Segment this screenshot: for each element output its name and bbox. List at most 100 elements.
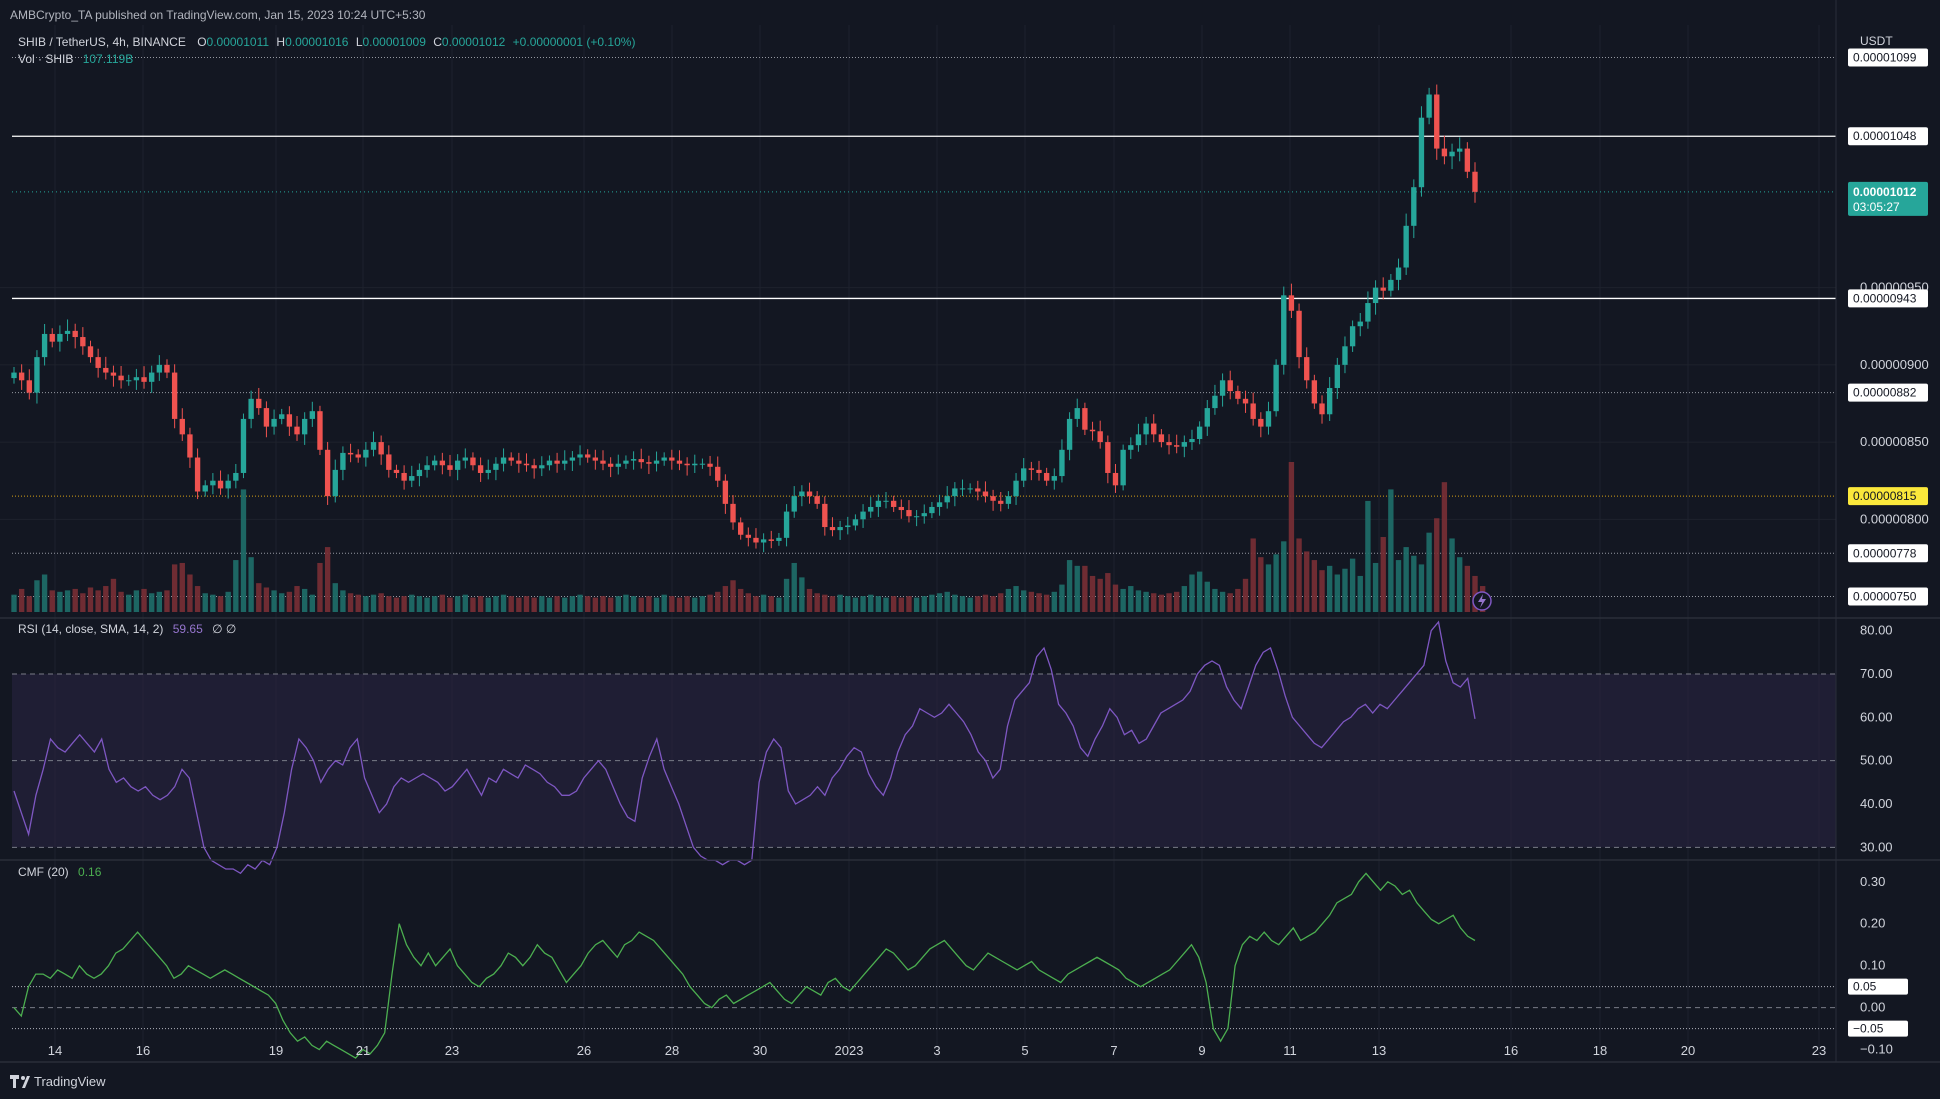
volume-bar <box>1403 547 1409 612</box>
volume-bar <box>1174 591 1180 612</box>
candle-body <box>1105 442 1111 473</box>
volume-bar <box>332 583 338 612</box>
candle-body <box>401 472 407 481</box>
volume-bar <box>753 596 759 612</box>
volume-bar <box>470 597 476 612</box>
volume-bar <box>760 594 767 612</box>
volume-bar <box>569 596 576 612</box>
candle-body <box>1059 449 1065 477</box>
volume-bar <box>301 588 308 612</box>
volume-value: 107.119B <box>83 52 134 66</box>
volume-bar <box>447 597 453 612</box>
volume-bar <box>1189 574 1195 612</box>
high-value: 0.00001016 <box>285 35 349 49</box>
candle-body <box>1128 445 1134 450</box>
volume-bar <box>791 562 797 612</box>
candle-body <box>41 333 48 358</box>
candle-body <box>332 469 338 497</box>
volume-bar <box>477 596 484 612</box>
candle-body <box>324 449 331 497</box>
volume-bar <box>1051 591 1057 612</box>
volume-bar <box>57 591 63 612</box>
price-tick-label: 0.00000900 <box>1860 357 1929 372</box>
candle-body <box>883 500 889 502</box>
price-level-tag-label: 0.00000815 <box>1853 489 1917 503</box>
candle-body <box>1349 326 1356 347</box>
candle-body <box>1411 187 1417 226</box>
candle-body <box>11 372 17 379</box>
candle-body <box>783 511 790 538</box>
candle-body <box>837 527 843 531</box>
volume-bar <box>539 596 545 612</box>
x-tick-label: 2023 <box>835 1043 864 1058</box>
candle-body <box>1296 310 1302 358</box>
volume-bar <box>1097 578 1103 612</box>
volume-bar <box>1418 564 1425 612</box>
candle-body <box>286 414 293 427</box>
volume-bar <box>279 593 285 612</box>
volume-bar <box>439 594 446 612</box>
candle-body <box>868 506 874 512</box>
candle-body <box>1036 469 1042 473</box>
volume-bar <box>416 596 423 612</box>
candle-body <box>1219 380 1226 396</box>
change-value: +0.00000001 (+0.10%) <box>513 35 636 49</box>
volume-bar <box>347 593 354 612</box>
candle-body <box>630 459 637 461</box>
volume-bar <box>1372 562 1379 612</box>
candle-body <box>1196 426 1203 439</box>
volume-bar <box>577 594 583 612</box>
volume-bar <box>1258 557 1264 612</box>
x-tick-label: 14 <box>48 1043 62 1058</box>
rsi-tick-label: 80.00 <box>1860 623 1893 638</box>
candle-body <box>990 496 996 501</box>
candle-body <box>585 454 591 458</box>
rsi-legend-value: 59.65 <box>173 622 203 636</box>
volume-bar <box>722 586 729 612</box>
volume-bar <box>699 596 706 612</box>
candle-body <box>386 454 392 470</box>
volume-bar <box>967 597 973 612</box>
volume-bar <box>11 594 17 612</box>
volume-bar <box>1457 557 1463 612</box>
cmf-tick-label: 0.00 <box>1860 1000 1885 1015</box>
volume-bar <box>1365 500 1371 612</box>
candle-body <box>370 442 377 450</box>
x-tick-label: 28 <box>665 1043 679 1058</box>
candle-body <box>623 460 629 464</box>
volume-bar <box>156 591 163 612</box>
candle-body <box>1472 171 1478 192</box>
candle-body <box>248 398 254 419</box>
volume-bar <box>692 597 698 612</box>
candle-body <box>508 457 514 461</box>
candle-body <box>845 525 851 528</box>
candle-body <box>156 364 163 373</box>
x-tick-label: 26 <box>577 1043 591 1058</box>
volume-bar <box>233 560 239 612</box>
volume-bar <box>730 580 736 612</box>
x-tick-label: 3 <box>933 1043 940 1058</box>
volume-bar <box>508 596 514 612</box>
volume-bar <box>1464 565 1471 612</box>
candle-body <box>416 469 423 477</box>
volume-bar <box>1066 560 1073 612</box>
candle-body <box>309 411 315 419</box>
candle-body <box>715 466 721 481</box>
volume-bar <box>829 596 836 612</box>
price-tick-label: 0.00000850 <box>1860 434 1929 449</box>
volume-label: Vol · SHIB <box>18 52 73 66</box>
x-tick-label: 13 <box>1372 1043 1386 1058</box>
volume-bar <box>913 597 920 612</box>
candle-body <box>432 460 438 466</box>
volume-bar <box>1196 571 1203 612</box>
candle-body <box>890 500 897 507</box>
candle-body <box>1464 148 1471 172</box>
candle-body <box>279 414 285 419</box>
candle-body <box>1281 295 1287 365</box>
volume-bar <box>638 597 644 612</box>
volume-bar <box>890 596 897 612</box>
volume-bar <box>1005 588 1012 612</box>
volume-bar <box>1311 560 1318 612</box>
price-level-tag-label: 0.00000778 <box>1853 546 1917 560</box>
candle-body <box>676 460 683 464</box>
